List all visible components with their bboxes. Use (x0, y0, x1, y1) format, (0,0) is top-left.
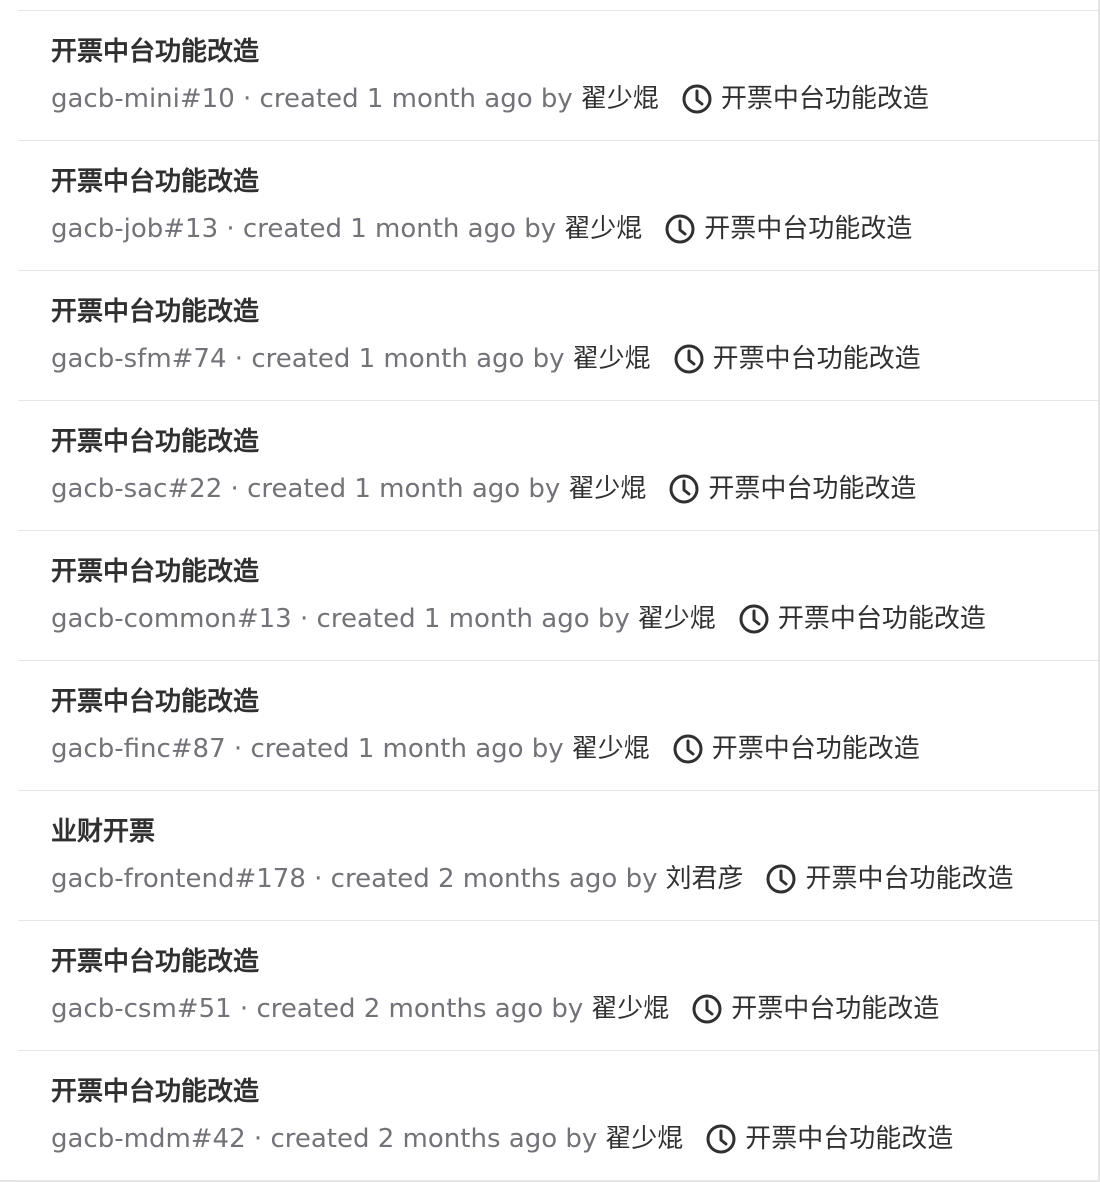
milestone-link[interactable]: 开票中台功能改造 (691, 991, 939, 1027)
issue-created: created 1 month ago by (251, 344, 565, 374)
author-link[interactable]: 翟少焜 (572, 731, 650, 767)
clock-icon (706, 1124, 736, 1154)
milestone-link[interactable]: 开票中台功能改造 (673, 341, 921, 377)
issue-created: created 1 month ago by (259, 84, 573, 114)
issue-title[interactable]: 开票中台功能改造 (51, 293, 259, 331)
issue-reference[interactable]: gacb-mdm#42 (51, 1121, 246, 1157)
issue-reference[interactable]: gacb-common#13 (51, 601, 292, 637)
issue-created: created 1 month ago by (247, 474, 561, 504)
author-link[interactable]: 翟少焜 (605, 1121, 683, 1157)
issue-title[interactable]: 开票中台功能改造 (51, 943, 259, 981)
meta-separator: · (222, 474, 248, 504)
milestone-label: 开票中台功能改造 (711, 734, 920, 764)
issue-title[interactable]: 开票中台功能改造 (51, 683, 259, 721)
issue-meta: gacb-finc#87 · created 1 month ago by 翟少… (51, 731, 920, 767)
milestone-label: 开票中台功能改造 (805, 864, 1014, 894)
issue-created: created 1 month ago by (250, 734, 564, 764)
meta-separator: · (305, 864, 331, 894)
author-link[interactable]: 翟少焜 (638, 601, 716, 637)
issue-title[interactable]: 开票中台功能改造 (51, 163, 259, 201)
issue-title[interactable]: 开票中台功能改造 (51, 423, 259, 461)
milestone-link[interactable]: 开票中台功能改造 (664, 211, 912, 247)
issue-meta: gacb-job#13 · created 1 month ago by 翟少焜… (51, 211, 912, 247)
list-item: 开票中台功能改造 gacb-csm#51 · created 2 months … (18, 921, 1098, 1051)
list-item: 业财开票 gacb-frontend#178 · created 2 month… (18, 791, 1098, 921)
issue-created: created 1 month ago by (242, 214, 557, 244)
meta-separator: · (291, 604, 317, 634)
issue-title[interactable]: 开票中台功能改造 (51, 1073, 259, 1111)
issue-title[interactable]: 开票中台功能改造 (51, 33, 259, 71)
issue-meta: gacb-csm#51 · created 2 months ago by 翟少… (51, 991, 939, 1027)
milestone-label: 开票中台功能改造 (708, 474, 917, 504)
clock-icon (682, 84, 712, 114)
milestone-link[interactable]: 开票中台功能改造 (668, 471, 916, 507)
milestone-label: 开票中台功能改造 (704, 214, 913, 244)
milestone-label: 开票中台功能改造 (745, 1124, 954, 1154)
meta-separator: · (231, 994, 257, 1024)
issue-created: created 2 months ago by (256, 994, 584, 1024)
list-item: 开票中台功能改造 gacb-common#13 · created 1 mont… (18, 531, 1098, 661)
issue-meta: gacb-common#13 · created 1 month ago by … (51, 601, 986, 637)
clock-icon (674, 344, 704, 374)
issue-reference[interactable]: gacb-sfm#74 (51, 341, 227, 377)
issue-reference[interactable]: gacb-csm#51 (51, 991, 232, 1027)
author-link[interactable]: 翟少焜 (573, 341, 651, 377)
issue-list: 开票中台功能改造 gacb-mini#10 · created 1 month … (18, 10, 1098, 1181)
milestone-link[interactable]: 开票中台功能改造 (705, 1121, 953, 1157)
clock-icon (665, 214, 695, 244)
milestone-link[interactable]: 开票中台功能改造 (738, 601, 986, 637)
issue-meta: gacb-sac#22 · created 1 month ago by 翟少焜… (51, 471, 916, 507)
issue-reference[interactable]: gacb-finc#87 (51, 731, 226, 767)
meta-separator: · (218, 214, 243, 244)
clock-icon (669, 474, 699, 504)
issue-created: created 1 month ago by (316, 604, 630, 634)
issue-reference[interactable]: gacb-frontend#178 (51, 861, 306, 897)
issue-meta: gacb-mini#10 · created 1 month ago by 翟少… (51, 81, 929, 117)
clock-icon (692, 994, 722, 1024)
milestone-link[interactable]: 开票中台功能改造 (765, 861, 1014, 897)
issue-created: created 2 months ago by (270, 1124, 598, 1154)
list-item: 开票中台功能改造 gacb-sac#22 · created 1 month a… (18, 401, 1098, 531)
list-item: 开票中台功能改造 gacb-mini#10 · created 1 month … (18, 11, 1098, 141)
milestone-link[interactable]: 开票中台功能改造 (672, 731, 920, 767)
issue-reference[interactable]: gacb-sac#22 (51, 471, 222, 507)
issue-meta: gacb-frontend#178 · created 2 months ago… (51, 861, 1014, 897)
list-item: 开票中台功能改造 gacb-sfm#74 · created 1 month a… (18, 271, 1098, 401)
author-link[interactable]: 翟少焜 (568, 471, 646, 507)
author-link[interactable]: 刘君彦 (665, 861, 743, 897)
issue-reference[interactable]: gacb-job#13 (51, 211, 218, 247)
milestone-label: 开票中台功能改造 (712, 344, 921, 374)
milestone-label: 开票中台功能改造 (777, 604, 986, 634)
meta-separator: · (226, 344, 252, 374)
list-item: 开票中台功能改造 gacb-finc#87 · created 1 month … (18, 661, 1098, 791)
author-link[interactable]: 翟少焜 (591, 991, 669, 1027)
meta-separator: · (245, 1124, 271, 1154)
milestone-label: 开票中台功能改造 (731, 994, 940, 1024)
issue-created: created 2 months ago by (330, 864, 658, 894)
meta-separator: · (225, 734, 251, 764)
issue-title[interactable]: 业财开票 (51, 813, 155, 851)
clock-icon (766, 864, 796, 894)
issue-reference[interactable]: gacb-mini#10 (51, 81, 235, 117)
list-item: 开票中台功能改造 gacb-mdm#42 · created 2 months … (18, 1051, 1098, 1181)
issue-meta: gacb-sfm#74 · created 1 month ago by 翟少焜… (51, 341, 921, 377)
meta-separator: · (234, 84, 260, 114)
clock-icon (673, 734, 703, 764)
milestone-label: 开票中台功能改造 (720, 84, 929, 114)
milestone-link[interactable]: 开票中台功能改造 (681, 81, 929, 117)
issue-title[interactable]: 开票中台功能改造 (51, 553, 259, 591)
author-link[interactable]: 翟少焜 (564, 211, 642, 247)
issue-meta: gacb-mdm#42 · created 2 months ago by 翟少… (51, 1121, 953, 1157)
clock-icon (739, 604, 769, 634)
author-link[interactable]: 翟少焜 (581, 81, 659, 117)
list-item: 开票中台功能改造 gacb-job#13 · created 1 month a… (18, 141, 1098, 271)
issue-list-panel: 开票中台功能改造 gacb-mini#10 · created 1 month … (0, 0, 1100, 1182)
